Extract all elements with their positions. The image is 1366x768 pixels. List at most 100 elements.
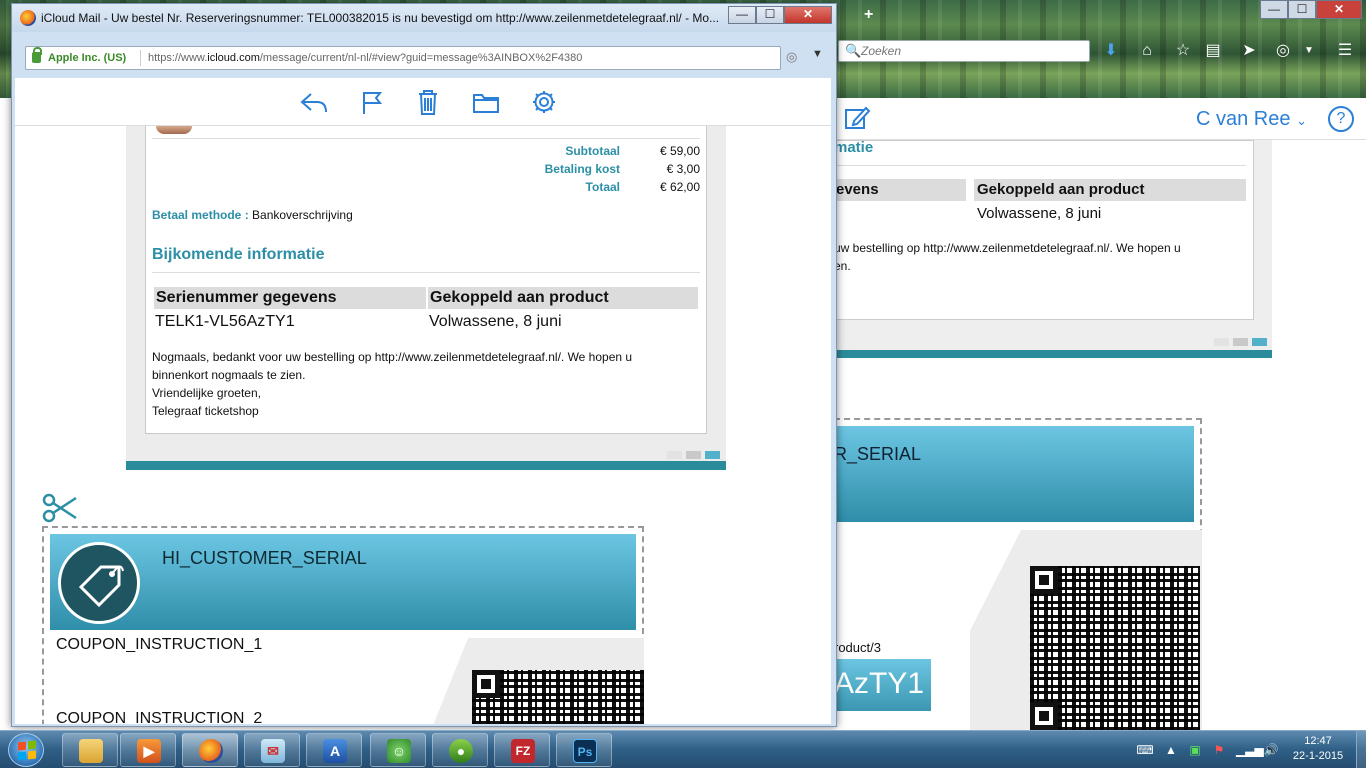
start-button[interactable] <box>8 733 44 767</box>
gear-icon[interactable] <box>529 88 559 116</box>
photoshop-icon: Ps <box>573 739 597 763</box>
bg-icloud-page: C van Ree ⌄ ? matie evens Gekoppeld aan … <box>834 98 1366 740</box>
keyboard-icon[interactable]: ⌨ <box>1136 741 1154 759</box>
bg-search-box[interactable]: 🔍 <box>838 40 1090 62</box>
payment-fee-value: € 3,00 <box>666 162 700 176</box>
taskbar-pea[interactable]: ● <box>432 733 488 767</box>
taskbar-photoshop[interactable]: Ps <box>556 733 612 767</box>
bg-table-cell-product: Volwassene, 8 juni <box>977 205 1102 222</box>
email-body: Subtotaal € 59,00 Betaling kost € 3,00 T… <box>145 126 707 434</box>
email-footer-bar <box>126 461 726 470</box>
bg-table-header-2: Gekoppeld aan product <box>974 179 1246 201</box>
system-clock[interactable]: 12:47 22-1-2015 <box>1290 734 1346 764</box>
extra-info-heading: Bijkomende informatie <box>152 246 325 263</box>
bg-search-input[interactable] <box>861 43 1081 59</box>
taskbar-filezilla[interactable]: FZ <box>494 733 550 767</box>
trash-icon[interactable] <box>413 88 443 116</box>
reply-icon[interactable] <box>299 88 329 116</box>
bg-email-card: matie evens Gekoppeld aan product Volwas… <box>834 139 1272 350</box>
bg-table-header-1: evens <box>834 179 966 201</box>
bg-product-link: roduct/3 <box>834 640 881 655</box>
subtotal-label: Subtotaal <box>565 144 620 158</box>
coupon: HI_CUSTOMER_SERIAL COUPON_INSTRUCTION_1 … <box>42 526 644 724</box>
total-value: € 62,00 <box>659 180 700 194</box>
chevron-down-icon: ⌄ <box>1296 113 1307 128</box>
popup-title: iCloud Mail - Uw bestel Nr. Reserverings… <box>41 11 720 25</box>
bg-coupon-code: AzTY1 <box>834 659 931 711</box>
bg-card-footer-bar <box>834 350 1272 358</box>
qr-code <box>1030 566 1200 730</box>
popup-maximize-button[interactable]: ☐ <box>756 6 784 24</box>
user-menu[interactable]: C van Ree ⌄ <box>1196 108 1307 131</box>
email-pager <box>667 451 720 459</box>
show-desktop-button[interactable] <box>1356 731 1366 768</box>
bg-minimize-button[interactable]: — <box>1260 0 1288 19</box>
taskbar-mail[interactable]: ✉ <box>244 733 300 767</box>
play-icon: ▶ <box>137 739 161 763</box>
mail-toolbar <box>15 78 831 126</box>
privacy-mask-icon[interactable]: ◎ <box>1272 41 1294 61</box>
taskbar-firefox[interactable] <box>182 733 238 767</box>
new-tab-button[interactable]: + <box>864 6 873 24</box>
popup-minimize-button[interactable]: — <box>728 6 756 24</box>
folder-icon[interactable] <box>471 88 501 116</box>
closing-message: Nogmaals, bedankt voor uw bestelling op … <box>152 350 633 418</box>
peapod-icon: ● <box>449 739 473 763</box>
tray-expand-icon[interactable]: ▲ <box>1162 741 1180 759</box>
table-header-serial: Serienummer gegevens <box>154 287 426 309</box>
reading-list-icon[interactable]: ▤ <box>1202 41 1224 61</box>
compose-icon[interactable] <box>844 105 872 131</box>
payment-method: Betaal methode : Bankoverschrijving <box>152 208 353 222</box>
send-icon[interactable]: ➤ <box>1238 41 1260 61</box>
downloads-icon[interactable]: ⬇ <box>1100 41 1122 61</box>
home-icon[interactable]: ⌂ <box>1136 41 1158 61</box>
bg-maximize-button[interactable]: ☐ <box>1288 0 1316 19</box>
filezilla-icon: FZ <box>511 739 535 763</box>
bg-close-button[interactable]: ✕ <box>1316 0 1362 19</box>
search-icon: 🔍 <box>845 43 862 58</box>
coupon-serial-placeholder: HI_CUSTOMER_SERIAL <box>162 548 367 568</box>
popup-url[interactable]: https://www.icloud.com/message/current/n… <box>148 52 582 64</box>
bg-coupon: R_SERIAL roduct/3 AzTY1 <box>834 418 1202 740</box>
flag-icon[interactable] <box>357 88 387 116</box>
taskbar-network[interactable]: ☺ <box>370 733 426 767</box>
coupon-instruction-2: COUPON_INSTRUCTION_2 <box>56 710 263 724</box>
tracking-mask-icon[interactable]: ◎ <box>786 49 797 65</box>
subtotal-value: € 59,00 <box>659 144 700 158</box>
firefox-icon <box>20 10 36 26</box>
volume-icon[interactable]: 🔊 <box>1262 741 1280 759</box>
url-dropdown-icon[interactable]: ▼ <box>812 48 823 60</box>
product-thumbnail <box>156 126 192 134</box>
taskbar-media-player[interactable]: ▶ <box>120 733 176 767</box>
firefox-icon <box>199 739 223 763</box>
network-signal-icon[interactable]: ▁▃▅ <box>1236 741 1264 759</box>
table-header-product: Gekoppeld aan product <box>428 287 698 309</box>
toolbar-dropdown-icon[interactable]: ▼ <box>1298 41 1320 61</box>
bg-coupon-serial: R_SERIAL <box>834 444 922 464</box>
people-icon: ☺ <box>387 739 411 763</box>
taskbar-explorer[interactable] <box>62 733 118 767</box>
action-center-icon[interactable]: ⚑ <box>1210 741 1228 759</box>
site-identity[interactable]: Apple Inc. (US) <box>48 52 126 64</box>
popup-page-content: Subtotaal € 59,00 Betaling kost € 3,00 T… <box>15 78 831 724</box>
battery-status-icon[interactable]: ▣ <box>1186 741 1204 759</box>
popup-close-button[interactable]: ✕ <box>784 6 832 24</box>
bookmark-star-icon[interactable]: ☆ <box>1172 41 1194 61</box>
total-label: Totaal <box>585 180 620 194</box>
price-tag-icon <box>58 542 140 624</box>
lock-icon <box>32 47 42 63</box>
qr-code <box>472 670 644 724</box>
taskbar: ▶ ✉ A ☺ ● FZ Ps ⌨ ▲ ▣ ⚑ ▁▃▅ 🔊 12:47 22-1… <box>0 730 1366 768</box>
icloud-mail-popup-window: iCloud Mail - Uw bestel Nr. Reserverings… <box>11 3 837 727</box>
ares-icon: A <box>323 739 347 763</box>
bg-message-text: uw bestelling op http://www.zeilenmetdet… <box>834 241 1181 273</box>
hamburger-menu-icon[interactable]: ☰ <box>1334 41 1356 61</box>
scissors-icon <box>42 492 78 524</box>
popup-url-bar[interactable]: Apple Inc. (US) https://www.icloud.com/m… <box>25 46 781 70</box>
taskbar-ares[interactable]: A <box>306 733 362 767</box>
coupon-banner: HI_CUSTOMER_SERIAL <box>50 534 636 630</box>
table-cell-serial: TELK1-VL56AzTY1 <box>155 313 295 330</box>
help-button[interactable]: ? <box>1328 106 1354 132</box>
folder-icon <box>79 739 103 763</box>
coupon-instruction-1: COUPON_INSTRUCTION_1 <box>56 636 263 653</box>
